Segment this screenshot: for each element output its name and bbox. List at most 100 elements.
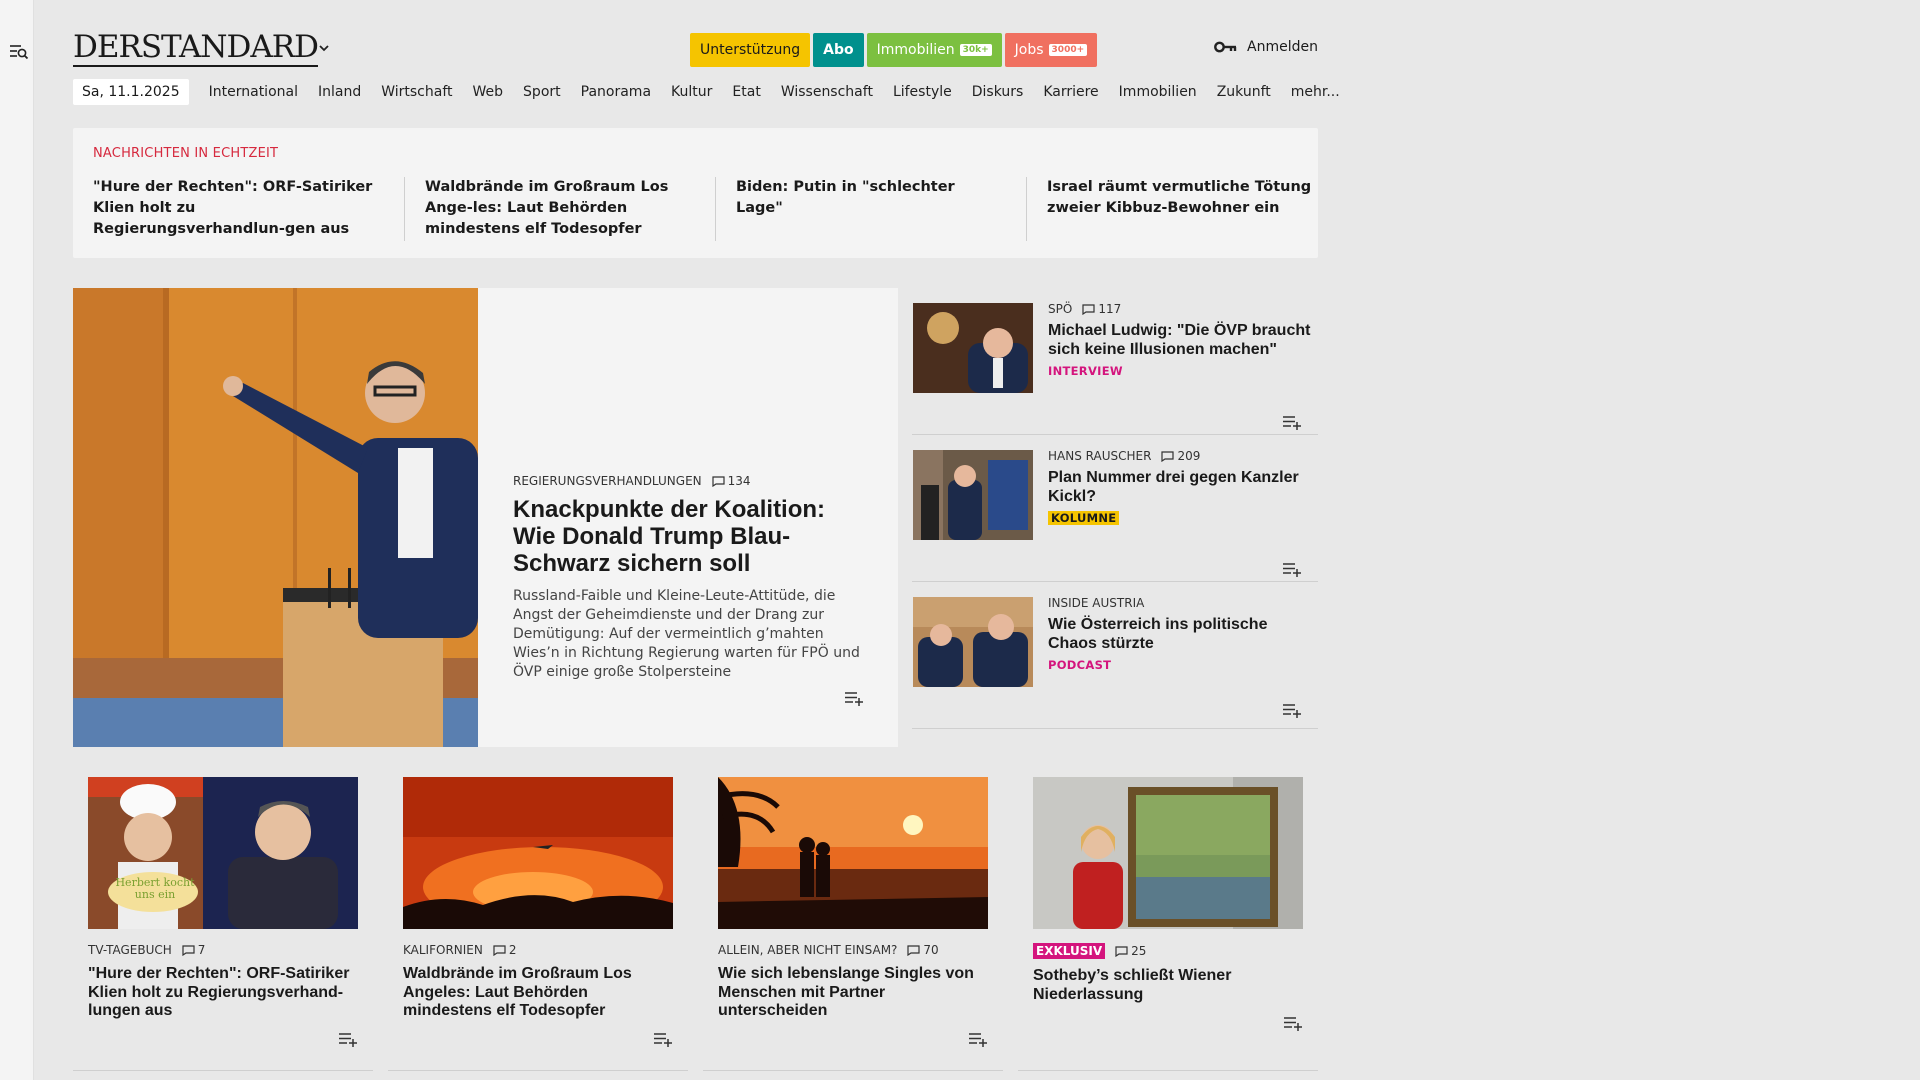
comment-count[interactable]: 134	[712, 474, 751, 488]
article-cards: Herbert kocht uns ein TV-Tagebuch 7 "Hur…	[73, 762, 1318, 1071]
side-article-title[interactable]: Plan Nummer drei gegen Kanzler Kickl?	[1048, 469, 1313, 506]
nav-item-panorama[interactable]: Panorama	[571, 84, 661, 100]
side-article-image[interactable]	[913, 303, 1033, 393]
side-article-image[interactable]	[913, 597, 1033, 687]
ticker-item[interactable]: Biden: Putin in "schlechter Lage"	[715, 177, 1026, 241]
nav-item-wirtschaft[interactable]: Wirtschaft	[371, 84, 462, 100]
ticker-item[interactable]: Israel räumt vermutliche Tötung zweier K…	[1026, 177, 1337, 241]
article-kicker: Hans Rauscher 209	[1048, 449, 1313, 463]
main-nav: Sa, 11.1.2025 International Inland Wirts…	[73, 78, 1350, 106]
article-card-text: Kalifornien 2 Waldbrände im Großraum Los…	[403, 943, 678, 1021]
article-card-title[interactable]: "Hure der Rechten": ORF-Satiriker Klien …	[88, 965, 363, 1021]
comment-count[interactable]: 70	[907, 943, 939, 957]
ticker-item[interactable]: Waldbrände im Großraum Los Ange-les: Lau…	[404, 177, 715, 241]
ticker-label: Nachrichten in Echtzeit	[93, 146, 279, 161]
side-article[interactable]: Inside Austria Wie Österreich ins politi…	[912, 582, 1318, 729]
side-article[interactable]: Hans Rauscher 209 Plan Nummer drei gegen…	[912, 435, 1318, 582]
nav-item-international[interactable]: International	[199, 84, 308, 100]
image-caption: Herbert kocht uns ein	[115, 876, 195, 901]
comment-count-value: 70	[923, 943, 939, 957]
kicker-label: TV-Tagebuch	[88, 943, 172, 957]
kicker-label: Inside Austria	[1048, 596, 1145, 610]
comment-icon	[182, 944, 195, 956]
nav-item-immobilien[interactable]: Immobilien	[1109, 84, 1207, 100]
article-card[interactable]: Herbert kocht uns ein TV-Tagebuch 7 "Hur…	[73, 762, 373, 1071]
side-article[interactable]: SPÖ 117 Michael Ludwig: "Die ÖVP braucht…	[912, 288, 1318, 435]
nav-item-zukunft[interactable]: Zukunft	[1207, 84, 1281, 100]
jobs-button[interactable]: Jobs 3000+	[1004, 33, 1098, 67]
article-card-image[interactable]	[1033, 777, 1303, 929]
comment-icon	[493, 944, 506, 956]
add-to-list-icon[interactable]	[1283, 1015, 1303, 1031]
nav-item-inland[interactable]: Inland	[308, 84, 371, 100]
add-to-list-icon[interactable]	[1282, 561, 1302, 577]
side-article-image[interactable]	[913, 450, 1033, 540]
login-button[interactable]: Anmelden	[1214, 39, 1318, 55]
comment-count[interactable]: 7	[182, 943, 205, 957]
article-kicker: Regierungsverhandlungen 134	[513, 474, 873, 488]
side-article-title[interactable]: Michael Ludwig: "Die ÖVP braucht sich ke…	[1048, 322, 1313, 359]
search-menu-icon[interactable]	[9, 43, 29, 61]
abo-label: Abo	[823, 42, 854, 58]
article-card-image[interactable]: Herbert kocht uns ein	[88, 777, 358, 929]
jobs-label: Jobs	[1014, 42, 1044, 58]
comment-count-value: 209	[1177, 449, 1201, 463]
article-card-title[interactable]: Sotheby’s schließt Wiener Niederlassung	[1033, 967, 1308, 1004]
comment-count-value: 2	[508, 943, 517, 957]
nav-item-web[interactable]: Web	[463, 84, 514, 100]
comment-icon	[907, 944, 921, 956]
nav-item-kultur[interactable]: Kultur	[661, 84, 722, 100]
comment-icon	[712, 475, 725, 487]
article-kicker: SPÖ 117	[1048, 302, 1313, 316]
nav-item-etat[interactable]: Etat	[722, 84, 770, 100]
article-tag: Interview	[1048, 364, 1123, 378]
exclusive-badge: Exklusiv	[1033, 943, 1106, 959]
add-to-list-icon[interactable]	[844, 690, 864, 706]
comment-count[interactable]: 209	[1161, 449, 1200, 463]
add-to-list-icon[interactable]	[1282, 414, 1302, 430]
article-card-title[interactable]: Waldbrände im Großraum Los Angeles: Laut…	[403, 965, 678, 1021]
nav-item-sport[interactable]: Sport	[513, 84, 571, 100]
add-to-list-icon[interactable]	[653, 1031, 673, 1047]
nav-item-more[interactable]: mehr...	[1281, 84, 1350, 100]
ticker-item[interactable]: "Hure der Rechten": ORF-Satiriker Klien …	[93, 177, 404, 240]
article-kicker: Allein, aber nicht einsam? 70	[718, 943, 993, 957]
comment-count-value: 25	[1131, 944, 1147, 958]
nav-item-diskurs[interactable]: Diskurs	[962, 84, 1034, 100]
immobilien-button[interactable]: Immobilien 30k+	[866, 33, 1002, 67]
article-card-title[interactable]: Wie sich lebenslange Singles von Mensche…	[718, 965, 993, 1021]
add-to-list-icon[interactable]	[968, 1031, 988, 1047]
lead-article-text: Regierungsverhandlungen 134 Knackpunkte …	[513, 474, 873, 682]
site-logo[interactable]: DERSTANDARD	[73, 30, 319, 67]
immobilien-label: Immobilien	[876, 42, 955, 58]
add-to-list-icon[interactable]	[338, 1031, 358, 1047]
nav-item-wissenschaft[interactable]: Wissenschaft	[771, 84, 883, 100]
site-header: DERSTANDARD Unterstützung Abo Immobilien…	[73, 28, 1318, 72]
chevron-down-icon[interactable]	[318, 43, 330, 53]
lead-article-image[interactable]	[73, 288, 478, 747]
side-article-title[interactable]: Wie Österreich ins politische Chaos stür…	[1048, 616, 1313, 653]
add-to-list-icon[interactable]	[1282, 702, 1302, 718]
current-date: Sa, 11.1.2025	[73, 79, 189, 105]
side-article-text: Inside Austria Wie Österreich ins politi…	[1048, 596, 1313, 673]
article-tag: Kolumne	[1048, 511, 1120, 525]
article-card[interactable]: Allein, aber nicht einsam? 70 Wie sich l…	[703, 762, 1003, 1071]
lead-article[interactable]: Regierungsverhandlungen 134 Knackpunkte …	[73, 288, 898, 747]
comment-count-value: 117	[1098, 302, 1122, 316]
comment-icon	[1161, 450, 1175, 462]
article-card-text: Exklusiv 25 Sotheby’s schließt Wiener Ni…	[1033, 943, 1308, 1004]
article-card-image[interactable]	[403, 777, 673, 929]
comment-count[interactable]: 2	[493, 943, 517, 957]
nav-item-karriere[interactable]: Karriere	[1033, 84, 1108, 100]
lead-article-title[interactable]: Knackpunkte der Koalition: Wie Donald Tr…	[513, 496, 873, 577]
nav-item-lifestyle[interactable]: Lifestyle	[883, 84, 962, 100]
immobilien-badge: 30k+	[959, 44, 992, 56]
article-card-image[interactable]	[718, 777, 988, 929]
support-button[interactable]: Unterstützung	[690, 33, 811, 67]
article-kicker: TV-Tagebuch 7	[88, 943, 363, 957]
article-card[interactable]: Exklusiv 25 Sotheby’s schließt Wiener Ni…	[1018, 762, 1318, 1071]
comment-count[interactable]: 117	[1082, 302, 1121, 316]
abo-button[interactable]: Abo	[813, 33, 864, 67]
comment-count[interactable]: 25	[1115, 944, 1146, 958]
article-card[interactable]: Kalifornien 2 Waldbrände im Großraum Los…	[388, 762, 688, 1071]
